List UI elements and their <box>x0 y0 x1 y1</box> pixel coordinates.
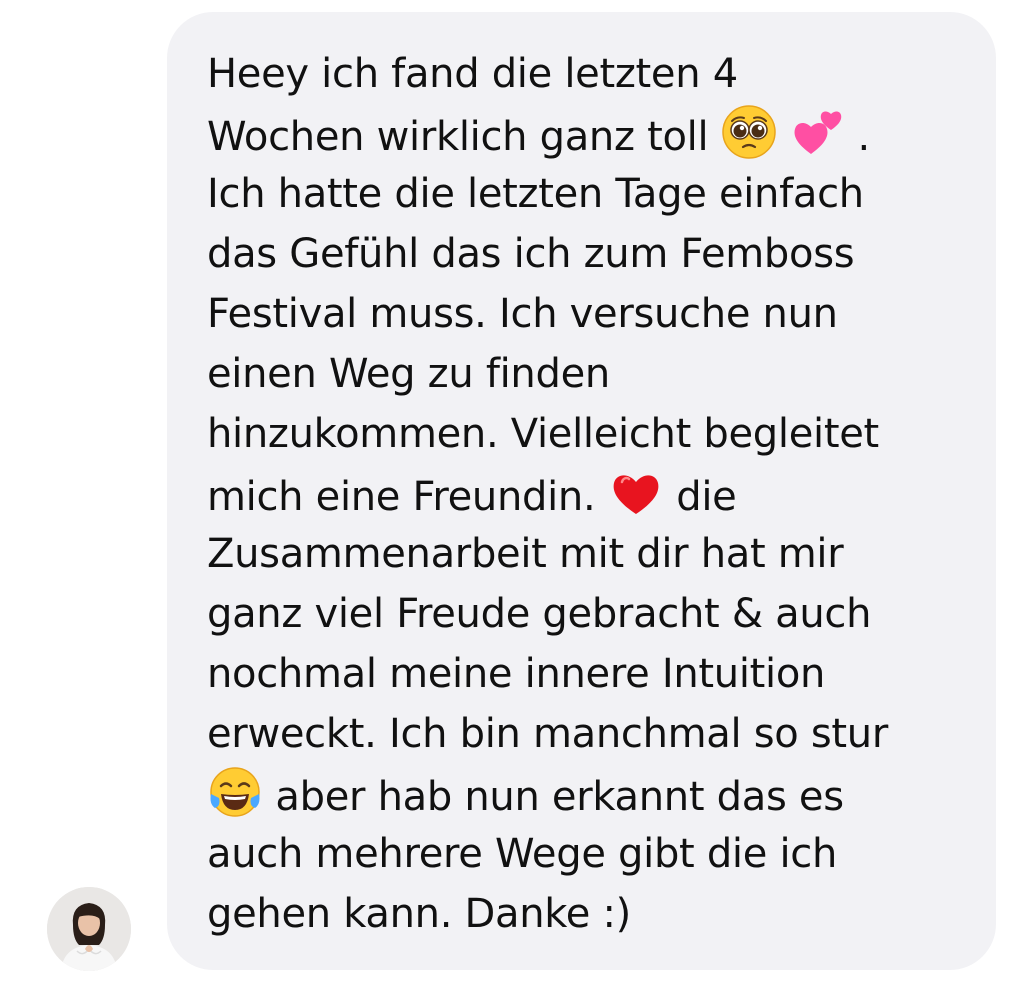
message-text: auch mehrere Wege gibt die ich <box>207 831 838 877</box>
message-text: hinzukommen. Vielleicht begleitet <box>207 411 879 457</box>
message-line: Heey ich fand die letzten 4 <box>207 44 738 104</box>
message-line: mich eine Freundin. die <box>207 464 737 524</box>
message-line: nochmal meine innere Intuition <box>207 644 825 704</box>
message-bubble[interactable]: Heey ich fand die letzten 4 Wochen wirkl… <box>167 12 996 970</box>
message-text: einen Weg zu finden <box>207 351 610 397</box>
face-with-tears-of-joy-emoji <box>207 764 263 820</box>
message-text: Heey ich fand die letzten 4 <box>207 51 738 97</box>
message-line: Zusammenarbeit mit dir hat mir <box>207 524 844 584</box>
red-heart-emoji <box>608 464 664 520</box>
message-line: erweckt. Ich bin manchmal so stur <box>207 704 888 764</box>
message-text: nochmal meine innere Intuition <box>207 651 826 697</box>
message-line: hinzukommen. Vielleicht begleitet <box>207 404 879 464</box>
message-line: Wochen wirklich ganz toll . <box>207 104 870 164</box>
message-line: ganz viel Freude gebracht & auch <box>207 584 871 644</box>
two-hearts-emoji <box>789 104 845 160</box>
message-text: Wochen wirklich ganz toll <box>207 114 709 160</box>
message-text: mich eine Freundin. <box>207 474 596 520</box>
message-line: einen Weg zu finden <box>207 344 610 404</box>
message-line: Festival muss. Ich versuche nun <box>207 284 838 344</box>
message-text: . <box>857 114 871 160</box>
message-line: Ich hatte die letzten Tage einfach <box>207 164 864 224</box>
message-text: gehen kann. Danke :) <box>207 891 631 937</box>
message-text: ganz viel Freude gebracht & auch <box>207 591 872 637</box>
message-text: aber hab nun erkannt das es <box>275 774 844 820</box>
message-text: erweckt. Ich bin manchmal so stur <box>207 711 888 757</box>
message-text: Zusammenarbeit mit dir hat mir <box>207 531 844 577</box>
profile-photo-avatar <box>47 887 131 971</box>
message-line: gehen kann. Danke :) <box>207 884 631 944</box>
message-line: das Gefühl das ich zum Femboss <box>207 224 855 284</box>
message-line: auch mehrere Wege gibt die ich <box>207 824 837 884</box>
message-text: die <box>676 474 737 520</box>
message-text: Ich hatte die letzten Tage einfach <box>207 171 864 217</box>
sender-avatar[interactable] <box>47 887 131 971</box>
pleading-face-emoji <box>721 104 777 160</box>
message-line: aber hab nun erkannt das es <box>207 764 844 824</box>
message-text: das Gefühl das ich zum Femboss <box>207 231 855 277</box>
message-text: Festival muss. Ich versuche nun <box>207 291 838 337</box>
